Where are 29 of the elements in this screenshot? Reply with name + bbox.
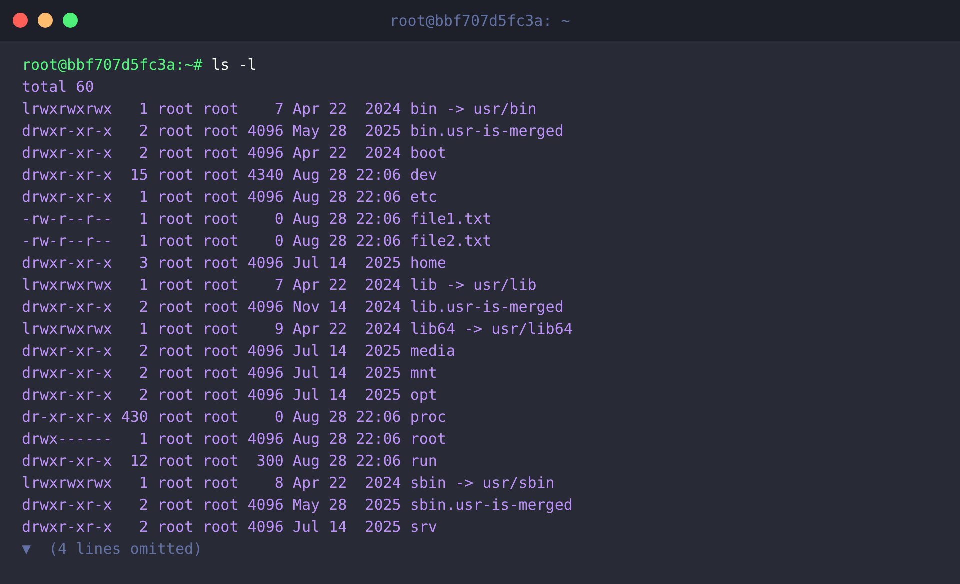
close-button[interactable] [13,13,28,28]
output-line: drwxr-xr-x 2 root root 4096 Apr 22 2024 boot [22,143,446,164]
output-line: lrwxrwxrwx 1 root root 7 Apr 22 2024 lib -> usr/lib [22,275,537,296]
output-line: drwx------ 1 root root 4096 Aug 28 22:06 root [22,429,446,450]
output-line: total 60 [22,77,94,98]
output-line: drwxr-xr-x 2 root root 4096 Jul 14 2025 mnt [22,363,438,384]
output-line: drwxr-xr-x 2 root root 4096 Nov 14 2024 lib.usr-is-merged [22,297,564,318]
output-line: drwxr-xr-x 2 root root 4096 Jul 14 2025 media [22,341,456,362]
expand-toggle[interactable]: ▼ [22,538,32,560]
maximize-button[interactable] [63,13,78,28]
output-line: lrwxrwxrwx 1 root root 9 Apr 22 2024 lib64 -> usr/lib64 [22,319,573,340]
output-line: drwxr-xr-x 15 root root 4340 Aug 28 22:06 dev [22,165,438,186]
output-line: -rw-r--r-- 1 root root 0 Aug 28 22:06 file2.txt [22,231,492,252]
shell-prompt: root@bbf707d5fc3a:~# [22,55,203,76]
output-line: drwxr-xr-x 1 root root 4096 Aug 28 22:06 etc [22,187,438,208]
output-line: dr-xr-xr-x 430 root root 0 Aug 28 22:06 proc [22,407,446,428]
output-line: drwxr-xr-x 3 root root 4096 Jul 14 2025 home [22,253,446,274]
output-line: drwxr-xr-x 2 root root 4096 May 28 2025 sbin.usr-is-merged [22,495,573,516]
output-line: -rw-r--r-- 1 root root 0 Aug 28 22:06 file1.txt [22,209,492,230]
omitted-lines-note: (4 lines omitted) [49,539,203,560]
output-line: lrwxrwxrwx 1 root root 8 Apr 22 2024 sbin -> usr/sbin [22,473,555,494]
command-text: ls -l [212,55,257,76]
minimize-button[interactable] [38,13,53,28]
output-line: lrwxrwxrwx 1 root root 7 Apr 22 2024 bin -> usr/bin [22,99,537,120]
output-line: drwxr-xr-x 2 root root 4096 Jul 14 2025 srv [22,517,438,538]
output-line: drwxr-xr-x 12 root root 300 Aug 28 22:06 run [22,451,438,472]
window-title: root@bbf707d5fc3a: ~ [390,12,570,30]
output-line: drwxr-xr-x 2 root root 4096 Jul 14 2025 opt [22,385,438,406]
output-line: drwxr-xr-x 2 root root 4096 May 28 2025 bin.usr-is-merged [22,121,564,142]
